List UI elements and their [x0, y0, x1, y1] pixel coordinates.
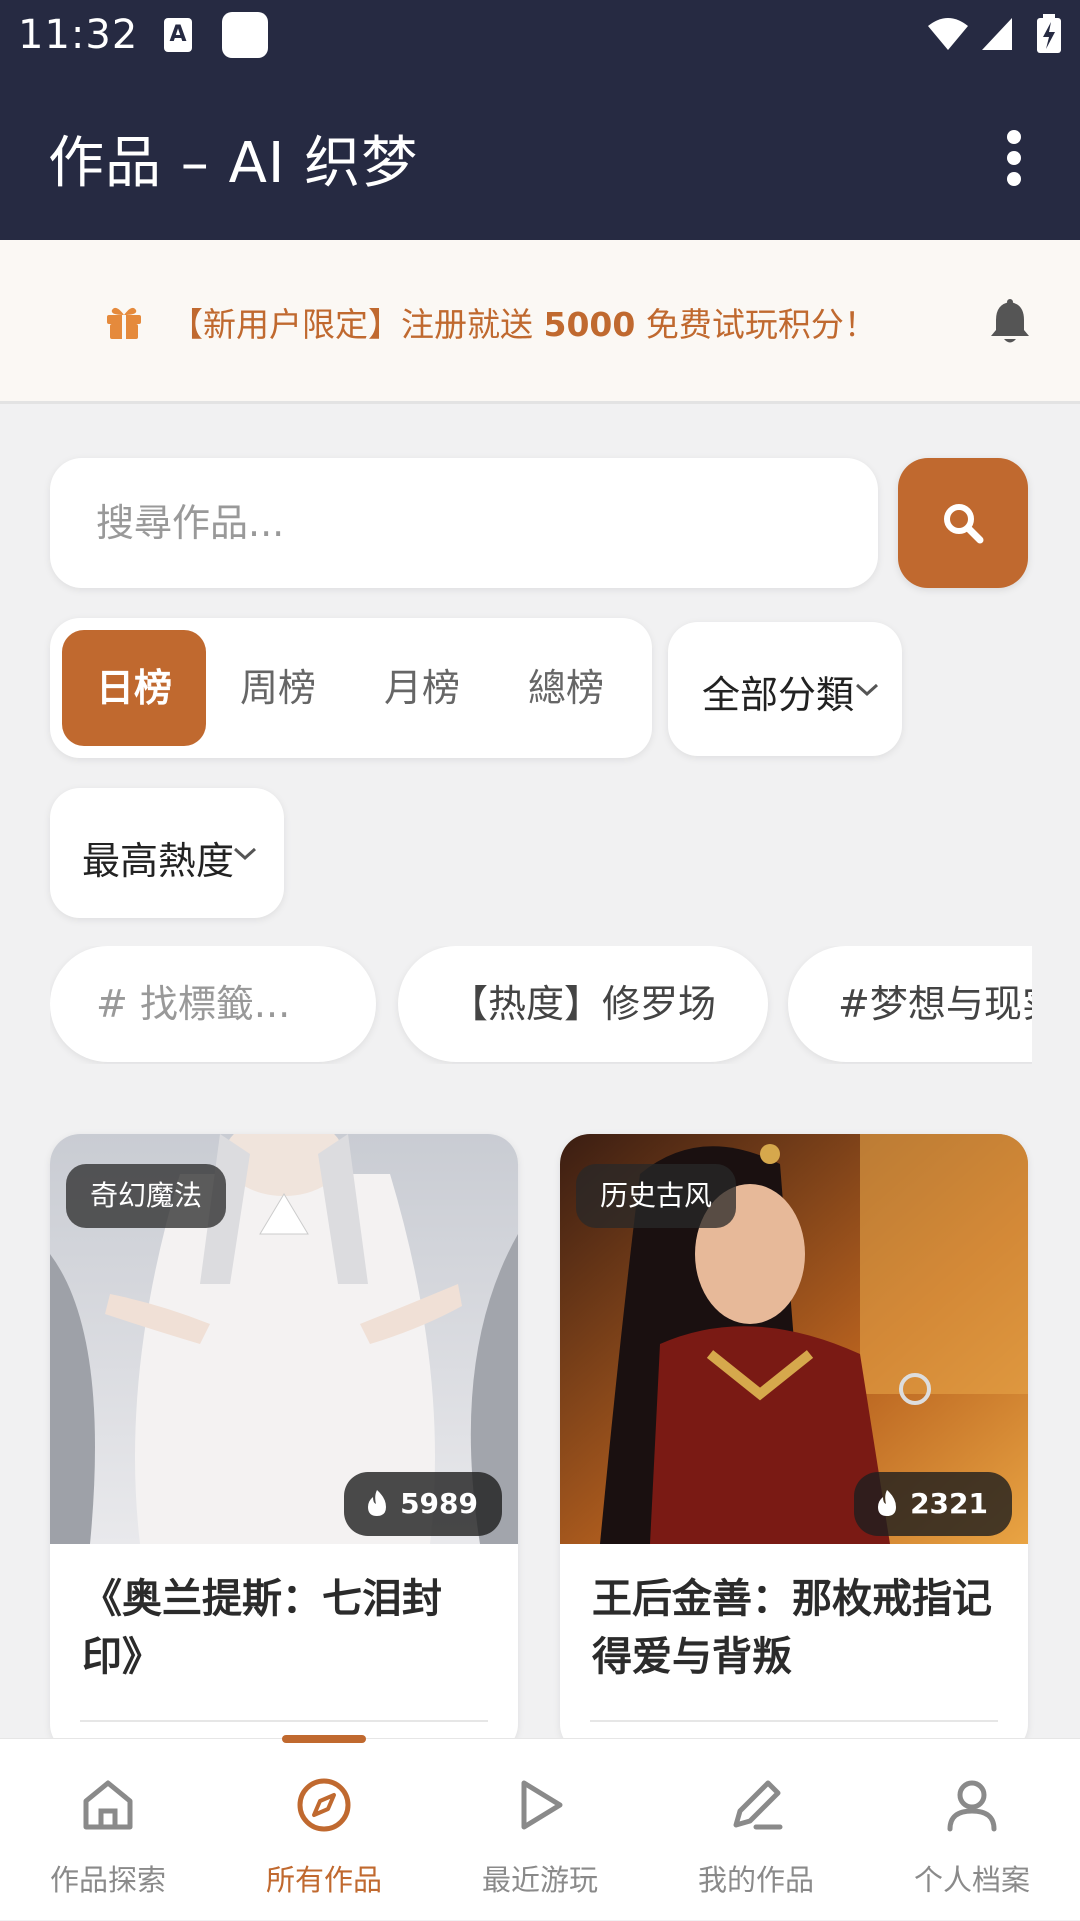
sort-dropdown-value: 最高熱度 [82, 839, 235, 883]
nav-explore[interactable]: 作品探索 [0, 1739, 216, 1921]
nav-profile[interactable]: 个人档案 [864, 1739, 1080, 1921]
more-vert-icon[interactable] [994, 130, 1034, 186]
nav-label: 我的作品 [697, 1863, 814, 1897]
divider [590, 1720, 998, 1722]
tag-search-input[interactable]: # 找標籤... [50, 946, 376, 1062]
genre-badge: 历史古风 [576, 1164, 737, 1228]
story-title: 王后金善：那枚戒指记得爱与背叛 [592, 1576, 992, 1680]
status-time: 11:32 [18, 12, 139, 58]
status-bar: 11:32 A [0, 0, 1080, 74]
sort-dropdown[interactable]: 最高熱度 [50, 788, 284, 918]
story-title: 《奥兰提斯：七泪封印》 [82, 1576, 442, 1680]
tab-daily[interactable]: 日榜 [62, 630, 206, 746]
nav-label: 作品探索 [49, 1863, 166, 1897]
flame-icon [368, 1490, 387, 1516]
play-icon [521, 1780, 563, 1830]
nav-label: 所有作品 [265, 1863, 382, 1897]
tag-chip[interactable]: #梦想与现实 [788, 946, 1032, 1062]
search-icon [944, 504, 984, 544]
search-input[interactable] [50, 458, 878, 588]
page-title: 作品 – AI 织梦 [48, 131, 419, 196]
tab-monthly[interactable]: 月榜 [350, 630, 494, 746]
heat-badge: 5989 [344, 1472, 502, 1536]
chevron-down-icon [233, 847, 257, 861]
tag-row: # 找標籤... 【热度】修罗场 #梦想与现实 [50, 946, 1032, 1064]
heat-badge: 2321 [854, 1472, 1012, 1536]
story-card[interactable]: 历史古风 2321 王后金善：那枚戒指记得爱与背叛 [560, 1134, 1028, 1754]
nav-label: 个人档案 [913, 1863, 1030, 1897]
nav-label: 最近游玩 [481, 1863, 598, 1897]
search-field[interactable] [50, 458, 878, 588]
divider [80, 1720, 488, 1722]
ranking-tabs: 日榜 周榜 月榜 總榜 [50, 618, 652, 758]
search-button[interactable] [898, 458, 1028, 588]
pen-icon [733, 1780, 783, 1830]
wifi-icon [928, 18, 968, 50]
app-bar: 作品 – AI 织梦 [0, 74, 1080, 240]
a-notification-icon: A [164, 18, 192, 52]
gift-icon [107, 307, 141, 339]
category-dropdown[interactable]: 全部分類 [668, 622, 902, 756]
genre-badge: 奇幻魔法 [66, 1164, 227, 1228]
flame-icon [878, 1490, 897, 1516]
chevron-down-icon [855, 683, 879, 697]
person-icon [947, 1780, 997, 1832]
bell-icon[interactable] [988, 298, 1032, 346]
signal-icon [982, 18, 1012, 50]
promo-text: 【新用户限定】注册就送 5000 免费试玩积分！ [170, 305, 877, 344]
story-card[interactable]: 奇幻魔法 5989 《奥兰提斯：七泪封印》 [50, 1134, 518, 1754]
nav-recent[interactable]: 最近游玩 [432, 1739, 648, 1921]
bottom-nav: 作品探索 所有作品 最近游玩 我的作品 个人档案 [0, 1735, 1080, 1921]
tag-chip[interactable]: 【热度】修罗场 [398, 946, 768, 1062]
square-notification-icon [222, 12, 268, 58]
home-icon [83, 1780, 133, 1830]
category-dropdown-value: 全部分類 [702, 673, 855, 717]
promo-banner[interactable]: 【新用户限定】注册就送 5000 免费试玩积分！ [0, 240, 1080, 404]
nav-my-works[interactable]: 我的作品 [648, 1739, 864, 1921]
nav-all-works[interactable]: 所有作品 [216, 1739, 432, 1921]
battery-charging-icon [1037, 14, 1061, 53]
tab-all-time[interactable]: 總榜 [494, 630, 638, 746]
tab-weekly[interactable]: 周榜 [206, 630, 350, 746]
compass-icon [297, 1778, 351, 1832]
promo-points: 5000 [543, 305, 636, 344]
